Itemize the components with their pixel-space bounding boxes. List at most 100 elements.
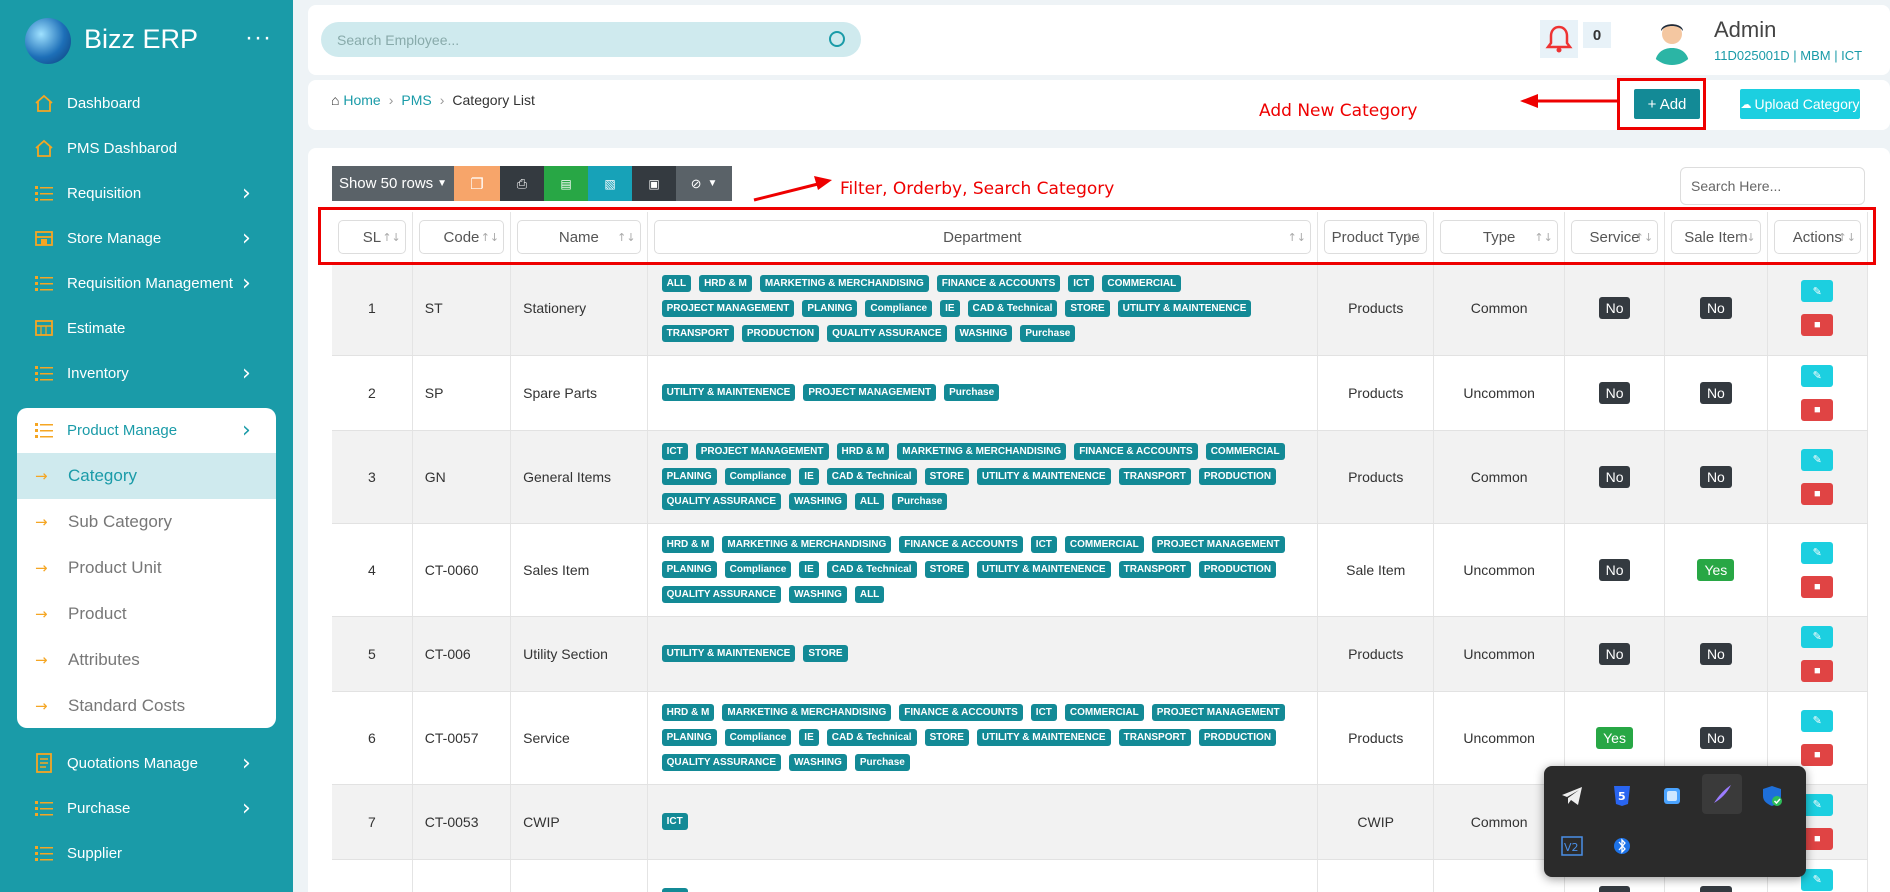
department-tag: TRANSPORT (1118, 561, 1191, 578)
edit-button[interactable]: ✎ (1801, 625, 1834, 648)
cell-type: Common (1433, 262, 1565, 356)
department-tag: PROJECT MANAGEMENT (661, 299, 795, 317)
sidebar-item-purchase[interactable]: Purchase › (0, 786, 293, 830)
cell-sl: 8 (332, 859, 413, 892)
caret-down-icon: ▼ (707, 178, 718, 189)
submenu-item-label: Standard Costs (68, 696, 186, 715)
avatar[interactable] (1647, 15, 1697, 65)
cell-type: Uncommon (1433, 616, 1565, 692)
sidebar-item-inventory[interactable]: Inventory › (0, 351, 293, 395)
edit-button[interactable]: ✎ (1801, 541, 1834, 564)
column-visibility-button[interactable]: ⊘ ▼ (676, 166, 732, 201)
department-tag: PROJECT MANAGEMENT (695, 443, 829, 460)
cell-sl: 5 (332, 616, 413, 692)
submenu-item-category[interactable]: → Category (17, 453, 276, 499)
sidebar-item-dashboard[interactable]: Dashboard (0, 81, 293, 125)
sidebar-item-supplier[interactable]: Supplier (0, 831, 293, 875)
trash-icon: ■ (1813, 664, 1821, 677)
sidebar-item-pms-dashbarod[interactable]: PMS Dashbarod (0, 126, 293, 170)
delete-button[interactable]: ■ (1801, 743, 1834, 766)
edit-icon: ✎ (1812, 874, 1822, 886)
department-tag: MARKETING & MERCHANDISING (759, 274, 929, 292)
delete-button[interactable]: ■ (1801, 314, 1834, 337)
sidebar-item-quotations-manage[interactable]: Quotations Manage › (0, 741, 293, 785)
store-icon (34, 228, 54, 248)
chevron-right-icon: › (242, 750, 251, 776)
edit-button[interactable]: ✎ (1801, 280, 1834, 303)
department-tag: STORE (924, 561, 969, 578)
cell-departments: ICT PROJECT MANAGEMENT HRD & M MARKETING & … (647, 430, 1319, 524)
bluetooth-icon[interactable] (1602, 826, 1642, 866)
table-search-input[interactable]: Search Here... (1680, 167, 1865, 205)
edit-button[interactable]: ✎ (1801, 868, 1834, 891)
user-name[interactable]: Admin (1714, 17, 1776, 43)
cell-code: CT-0057 (412, 691, 512, 785)
search-icon[interactable] (829, 31, 845, 47)
department-tag: PRODUCTION (1198, 561, 1277, 578)
app-window-icon[interactable] (1652, 776, 1692, 816)
sidebar-item-requisition[interactable]: Requisition › (0, 171, 293, 215)
submenu-item-product-unit[interactable]: → Product Unit (17, 545, 276, 591)
html5-icon[interactable]: 5 (1602, 776, 1642, 816)
edit-icon: ✎ (1812, 454, 1822, 466)
submenu-item-product[interactable]: → Product (17, 591, 276, 637)
sidebar-item-store-manage[interactable]: Store Manage › (0, 216, 293, 260)
edit-button[interactable]: ✎ (1801, 448, 1834, 471)
v2ray-icon[interactable]: V2 (1552, 826, 1592, 866)
delete-button[interactable]: ■ (1801, 398, 1834, 421)
copy-button[interactable]: ❐ (454, 166, 500, 201)
cell-service: No (1564, 262, 1666, 356)
print-button[interactable]: ⎙ (500, 166, 544, 201)
sidebar-item-label: Quotations Manage (67, 754, 198, 772)
cell-sl: 1 (332, 262, 413, 356)
notification-bell-icon[interactable] (1540, 20, 1578, 58)
product-manage-submenu: → Category → Sub Category → Product Unit… (17, 408, 276, 728)
menu-dots-icon[interactable]: ··· (245, 24, 272, 52)
sidebar-item-requisition-management[interactable]: Requisition Management › (0, 261, 293, 305)
department-tag: MARKETING & MERCHANDISING (722, 704, 892, 721)
delete-button[interactable]: ■ (1801, 575, 1834, 598)
annotation-filter: Filter, Orderby, Search Category (840, 179, 1115, 199)
breadcrumb-home[interactable]: ⌂ Home (331, 92, 381, 108)
department-tag: IE (799, 561, 819, 578)
sidebar-item-product-manage[interactable]: Product Manage › (0, 408, 293, 452)
department-tag: PLANING (661, 561, 717, 578)
cell-actions: ✎■ (1767, 430, 1869, 524)
employee-search-input[interactable]: Search Employee... (321, 22, 861, 57)
excel-button[interactable]: ▧ (588, 166, 632, 201)
submenu-item-attributes[interactable]: → Attributes (17, 637, 276, 683)
breadcrumb-pms[interactable]: PMS (401, 92, 431, 108)
show-rows-dropdown[interactable]: Show 50 rows ▼ (332, 166, 454, 201)
department-tag: STORE (924, 468, 969, 485)
department-tag: CAD & Technical (826, 729, 917, 746)
list-icon (34, 420, 54, 440)
department-tag: PROJECT MANAGEMENT (803, 384, 937, 401)
edit-button[interactable]: ✎ (1801, 364, 1834, 387)
defender-shield-icon[interactable] (1752, 776, 1792, 816)
department-tag: COMMERCIAL (1205, 443, 1285, 460)
edit-button[interactable]: ✎ (1801, 793, 1834, 816)
annotation-arrow-add (1520, 94, 1618, 108)
csv-button[interactable]: ▤ (544, 166, 588, 201)
chevron-right-icon: › (242, 225, 251, 251)
department-tag: UTILITY & MAINTENENCE (1117, 299, 1252, 317)
delete-button[interactable]: ■ (1801, 659, 1834, 682)
department-tag: WASHING (954, 324, 1013, 342)
cell-name: Stationery (510, 262, 648, 356)
feather-icon[interactable] (1702, 774, 1742, 814)
telegram-icon[interactable] (1552, 776, 1592, 816)
edit-button[interactable]: ✎ (1801, 709, 1834, 732)
submenu-item-sub-category[interactable]: → Sub Category (17, 499, 276, 545)
pdf-button[interactable]: ▣ (632, 166, 676, 201)
delete-button[interactable]: ■ (1801, 827, 1834, 850)
delete-button[interactable]: ■ (1801, 482, 1834, 505)
sidebar-item-label: Product Manage (67, 421, 178, 439)
sidebar-item-estimate[interactable]: Estimate (0, 306, 293, 350)
upload-category-button[interactable]: ☁ Upload Category (1740, 89, 1860, 119)
department-tag: Purchase (854, 754, 910, 771)
department-tag: FINANCE & ACCOUNTS (899, 704, 1023, 721)
annotation-add-new-category: Add New Category (1259, 101, 1418, 121)
department-tag: IE (940, 299, 960, 317)
list-icon (34, 183, 54, 203)
submenu-item-standard-costs[interactable]: → Standard Costs (17, 683, 276, 728)
